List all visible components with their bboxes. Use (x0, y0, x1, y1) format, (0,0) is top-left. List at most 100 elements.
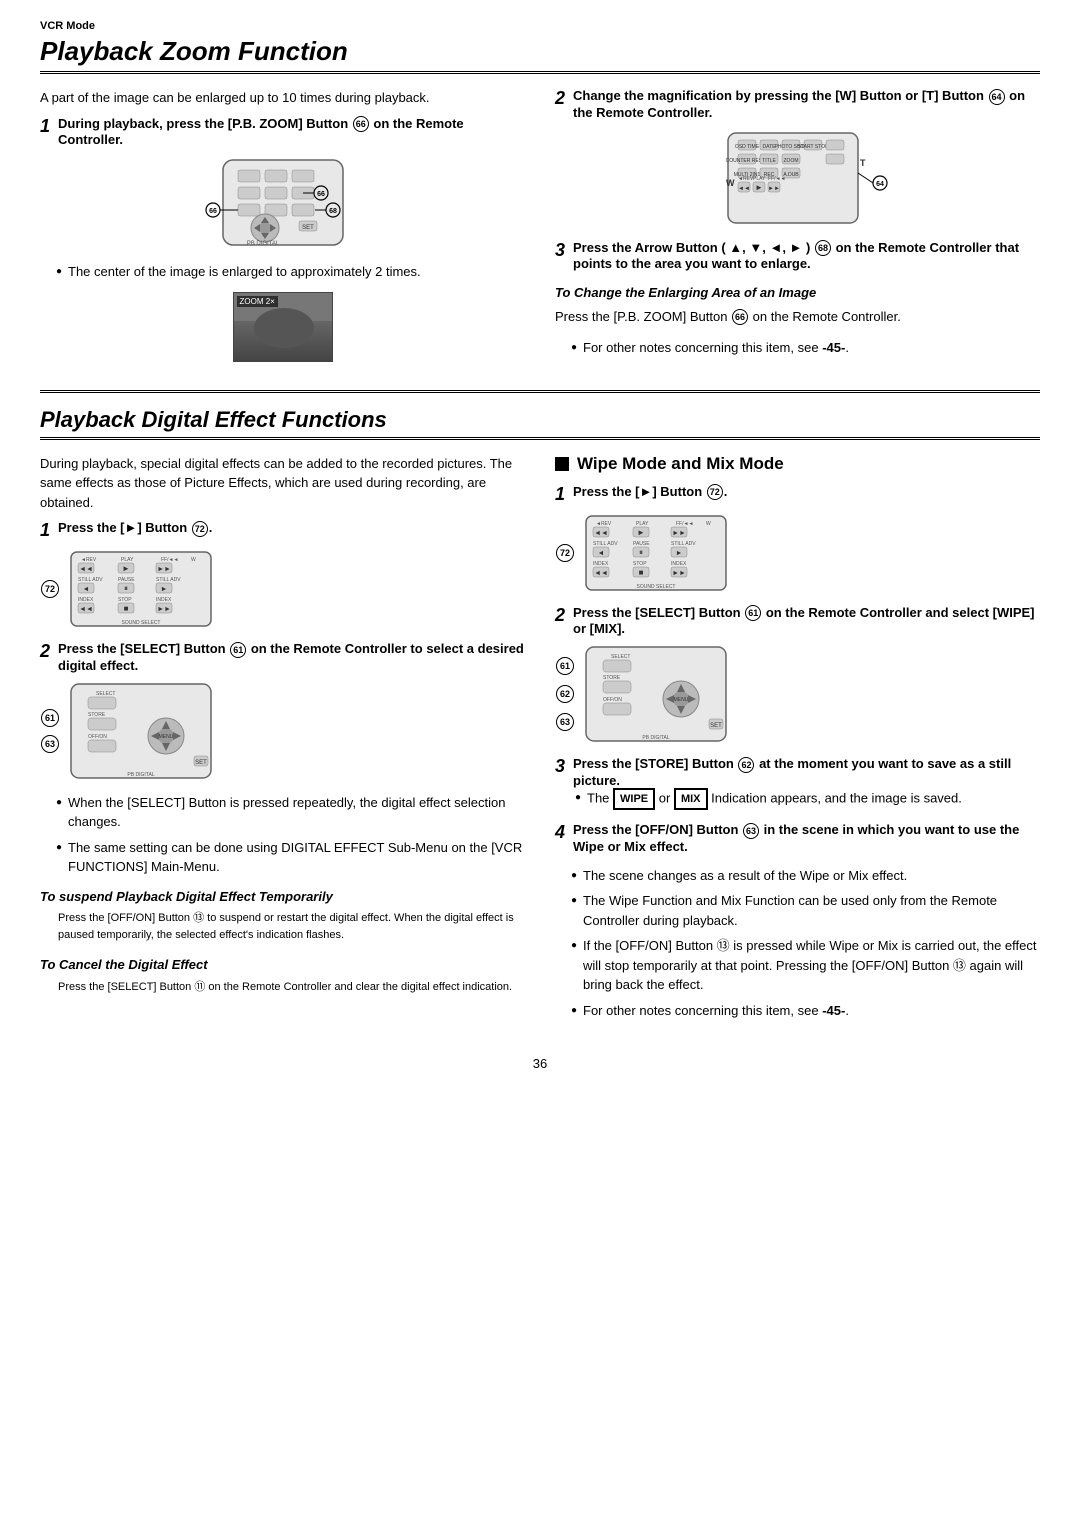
svg-text:◄◄: ◄◄ (79, 606, 93, 613)
bullet1: The center of the image is enlarged to a… (56, 262, 525, 282)
svg-text:OSD TIME: OSD TIME (734, 144, 759, 150)
svg-text:PB DIGITAL: PB DIGITAL (642, 735, 669, 741)
svg-text:►►: ►► (157, 566, 171, 573)
title-rule-2 (40, 437, 1040, 440)
wipe-step2-num: 2 (555, 605, 565, 626)
svg-text:■: ■ (124, 604, 129, 613)
section1-content: A part of the image can be enlarged up t… (40, 88, 1040, 372)
circle-63: 63 (41, 735, 59, 753)
wipe-bullet4: If the [OFF/ON] Button ⑬ is pressed whil… (571, 936, 1040, 995)
wipe-step1-text: Press the [►] Button 72. (573, 484, 727, 501)
svg-text:MENU: MENU (159, 734, 174, 740)
svg-text:SELECT: SELECT (611, 654, 630, 660)
title-rule (40, 71, 1040, 74)
wipe-step4: 4 Press the [OFF/ON] Button 63 in the sc… (555, 822, 1040, 854)
svg-text:FF/◄◄: FF/◄◄ (161, 557, 178, 563)
remote-svg-3: ◄REV PLAY FF/◄◄ W ◄◄ ► ►► STILL ADV PAUS… (66, 549, 216, 629)
remote-diagram-2: OSD TIME DATE PHOTO SHOT START STOP COUN… (555, 128, 1040, 228)
svg-text:►►: ►► (157, 606, 171, 613)
s2-bullet2: The same setting can be done using DIGIT… (56, 838, 525, 877)
section2-content: During playback, special digital effects… (40, 454, 1040, 1027)
svg-text:◄◄: ◄◄ (79, 566, 93, 573)
black-square-icon (555, 457, 569, 471)
wipe-step1: 1 Press the [►] Button 72. 72 ◄REV PLAY … (555, 484, 1040, 593)
remote-svg-1: SET PB DIGITAL 66 66 68 (203, 155, 363, 250)
svg-text:64: 64 (876, 181, 884, 188)
svg-text:STORE: STORE (88, 712, 106, 718)
italic-text-1: Press the [P.B. ZOOM] Button 66 on the R… (555, 307, 1040, 327)
svg-text:T: T (860, 158, 866, 168)
svg-text:INDEX: INDEX (78, 597, 94, 603)
svg-text:MENU: MENU (674, 697, 689, 703)
section1-step2: 2 Change the magnification by pressing t… (555, 88, 1040, 228)
svg-text:►►: ►► (672, 570, 686, 577)
circle-72-left: 72 (41, 580, 59, 598)
svg-text:◄: ◄ (83, 586, 90, 593)
svg-text:STILL ADV: STILL ADV (78, 577, 103, 583)
svg-text:PAUSE: PAUSE (633, 541, 650, 547)
svg-text:►: ► (161, 586, 168, 593)
section1-right: 2 Change the magnification by pressing t… (555, 88, 1040, 372)
page-number: 36 (40, 1056, 1040, 1071)
zoom-preview: ZOOM 2× (40, 292, 525, 362)
wipe-circle-62: 62 (556, 685, 574, 703)
svg-text:START STOP: START STOP (797, 144, 828, 150)
remote-diagram-4-wrap: 61 63 SELECT STORE OFF/ON (40, 681, 525, 781)
wipe-step3-text: Press the [STORE] Button 62 at the momen… (573, 756, 1040, 788)
svg-text:PLAY: PLAY (121, 557, 134, 563)
section2-intro: During playback, special digital effects… (40, 454, 525, 513)
section1-title: Playback Zoom Function (40, 36, 1040, 67)
svg-text:FF/◄◄: FF/◄◄ (768, 176, 785, 182)
svg-text:INDEX: INDEX (593, 561, 609, 567)
svg-text:PLAY: PLAY (753, 176, 766, 182)
svg-text:⏸: ⏸ (124, 584, 128, 593)
svg-text:A.DUB: A.DUB (783, 172, 799, 178)
wipe-step4-text: Press the [OFF/ON] Button 63 in the scen… (573, 822, 1040, 854)
remote-svg-4: SELECT STORE OFF/ON MENU (66, 681, 216, 781)
svg-text:PAUSE: PAUSE (118, 577, 135, 583)
svg-text:W: W (706, 521, 711, 527)
svg-text:FF/◄◄: FF/◄◄ (676, 521, 693, 527)
svg-text:STORE: STORE (603, 675, 621, 681)
italic-head-1: To Change the Enlarging Area of an Image (555, 283, 1040, 303)
svg-text:►: ► (755, 183, 763, 192)
wipe-step2: 2 Press the [SELECT] Button 61 on the Re… (555, 605, 1040, 745)
wipe-step4-num: 4 (555, 822, 565, 843)
vcr-mode-label: VCR Mode (40, 20, 1040, 32)
svg-text:TITLE: TITLE (762, 158, 776, 164)
svg-text:SET: SET (710, 723, 722, 729)
svg-text:◄REV: ◄REV (596, 521, 612, 527)
svg-text:STILL ADV: STILL ADV (156, 577, 181, 583)
svg-text:►►: ►► (768, 186, 780, 192)
wipe-step1-num: 1 (555, 484, 565, 505)
remote-diagram-3-wrap: 72 ◄REV PLAY FF/◄◄ W ◄◄ ► ►► (40, 549, 525, 629)
circle-61: 61 (41, 709, 59, 727)
svg-text:◄: ◄ (598, 550, 605, 557)
italic-text-3: Press the [SELECT] Button ⑪ on the Remot… (58, 979, 525, 996)
section2-right: Wipe Mode and Mix Mode 1 Press the [►] B… (555, 454, 1040, 1027)
svg-text:■: ■ (639, 568, 644, 577)
section1-italic1: To Change the Enlarging Area of an Image… (555, 283, 1040, 326)
s2-bullet1: When the [SELECT] Button is pressed repe… (56, 793, 525, 832)
svg-text:◄◄: ◄◄ (594, 530, 608, 537)
svg-text:◄◄: ◄◄ (594, 570, 608, 577)
svg-text:STILL ADV: STILL ADV (593, 541, 618, 547)
wipe-step3-num: 3 (555, 756, 565, 777)
wipe-remote-svg-1: ◄REV PLAY FF/◄◄ W ◄◄ ► ►► STILL ADV PAUS… (581, 513, 731, 593)
wipe-bullet5: For other notes concerning this item, se… (571, 1001, 1040, 1021)
section2-left: During playback, special digital effects… (40, 454, 525, 1027)
svg-text:W: W (726, 178, 735, 188)
italic-text-2: Press the [OFF/ON] Button ⑬ to suspend o… (58, 910, 525, 943)
svg-text:68: 68 (329, 208, 337, 215)
svg-text:SET: SET (302, 225, 314, 231)
italic-head-2: To suspend Playback Digital Effect Tempo… (40, 887, 525, 907)
svg-text:STOP: STOP (118, 597, 132, 603)
svg-text:STILL ADV: STILL ADV (671, 541, 696, 547)
wipe-bullet3: The Wipe Function and Mix Function can b… (571, 891, 1040, 930)
section1-bullet2: For other notes concerning this item, se… (571, 338, 1040, 358)
section1-step3: 3 Press the Arrow Button ( ▲, ▼, ◄, ► ) … (555, 240, 1040, 272)
section2-title: Playback Digital Effect Functions (40, 407, 1040, 433)
wipe-box: WIPE (613, 788, 655, 811)
svg-text:⏸: ⏸ (639, 548, 643, 557)
section2-step1: 1 Press the [►] Button 72. 72 ◄REV PLAY … (40, 520, 525, 629)
